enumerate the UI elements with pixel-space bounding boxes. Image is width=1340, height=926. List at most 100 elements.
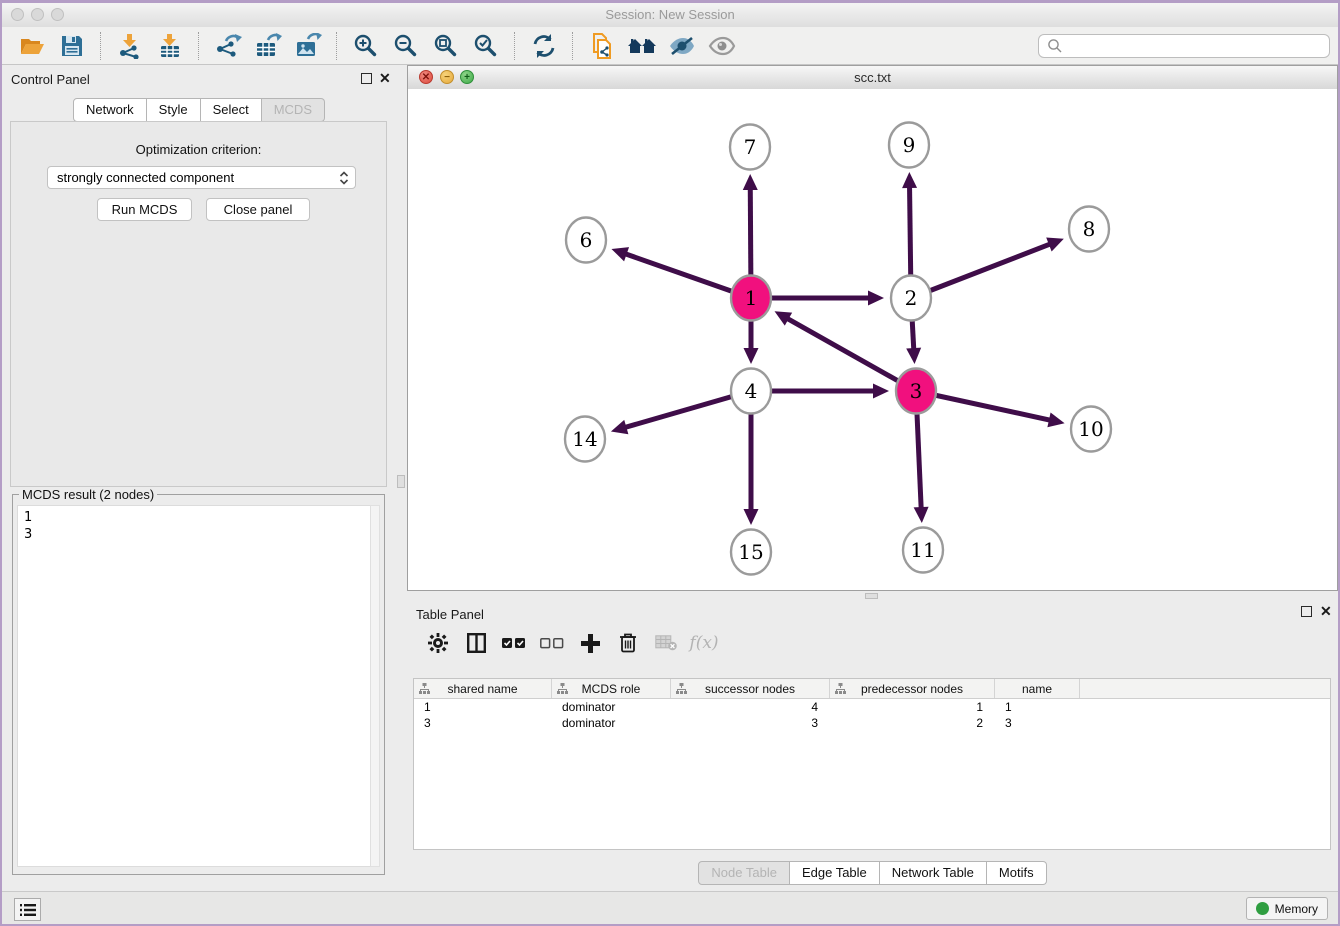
column-label: name [1022, 682, 1052, 696]
graph-edge-2-8[interactable] [911, 243, 1052, 298]
graph-arrowhead [611, 247, 629, 261]
add-column-icon[interactable] [577, 630, 603, 656]
table-cell[interactable]: 1 [414, 700, 552, 714]
node-table[interactable]: shared name MCDS rolesuccessor nodesprede… [413, 678, 1331, 850]
control-panel-title: Control Panel [11, 72, 90, 87]
control-panel: Control Panel ✕ NetworkStyleSelectMCDS O… [2, 65, 397, 891]
deselect-all-columns-icon[interactable] [539, 630, 565, 656]
column-header-shared-name[interactable]: shared name [414, 679, 552, 698]
graph-node-label: 6 [580, 228, 593, 252]
import-network-icon[interactable] [115, 32, 145, 60]
table-tab-motifs[interactable]: Motifs [987, 861, 1047, 885]
tab-style[interactable]: Style [147, 98, 201, 122]
table-cell[interactable]: dominator [552, 716, 671, 730]
close-panel-button[interactable]: Close panel [206, 198, 310, 221]
zoom-selected-icon[interactable] [471, 32, 501, 60]
table-cell[interactable]: dominator [552, 700, 671, 714]
search-input[interactable] [1067, 38, 1329, 55]
column-header-successor-nodes[interactable]: successor nodes [671, 679, 830, 698]
search-box[interactable] [1038, 34, 1330, 58]
graph-arrowhead [902, 172, 917, 188]
float-panel-icon[interactable] [361, 73, 372, 84]
table-cell[interactable]: 4 [671, 700, 830, 714]
table-cell[interactable]: 1 [830, 700, 995, 714]
graph-arrowhead [873, 384, 889, 399]
select-all-columns-icon[interactable] [501, 630, 527, 656]
table-cell[interactable]: 1 [995, 700, 1080, 714]
tab-select[interactable]: Select [201, 98, 262, 122]
refresh-layout-icon[interactable] [529, 32, 559, 60]
network-canvas[interactable]: 1234678910111415 [408, 89, 1337, 590]
graph-node-label: 15 [738, 540, 763, 564]
memory-button[interactable]: Memory [1246, 897, 1328, 920]
split-view-icon[interactable] [463, 630, 489, 656]
criterion-select[interactable]: strongly connected component [47, 166, 356, 189]
table-tab-node-table[interactable]: Node Table [698, 861, 790, 885]
vertical-splitter[interactable] [396, 65, 407, 891]
sort-tree-icon [676, 683, 687, 694]
table-cell[interactable]: 3 [671, 716, 830, 730]
column-header-MCDS-role[interactable]: MCDS role [552, 679, 671, 698]
table-panel-title: Table Panel [416, 607, 484, 622]
memory-status-icon [1256, 902, 1269, 915]
import-table-icon[interactable] [155, 32, 185, 60]
search-icon [1047, 38, 1063, 54]
clone-network-icon[interactable] [587, 32, 617, 60]
zoom-out-icon[interactable] [391, 32, 421, 60]
table-row[interactable]: 3dominator323 [414, 715, 1330, 731]
run-mcds-button[interactable]: Run MCDS [97, 198, 192, 221]
close-panel-icon[interactable]: ✕ [379, 70, 391, 86]
table-cell[interactable]: 3 [414, 716, 552, 730]
toolbar-separator [572, 32, 574, 60]
criterion-select-value: strongly connected component [57, 170, 234, 185]
show-eye-icon[interactable] [707, 32, 737, 60]
graph-arrowhead [744, 509, 759, 525]
open-session-icon[interactable] [17, 32, 47, 60]
chevron-updown-icon [339, 170, 349, 189]
table-tab-network-table[interactable]: Network Table [880, 861, 987, 885]
splitter-grip[interactable] [865, 593, 878, 599]
zoom-in-icon[interactable] [351, 32, 381, 60]
table-row[interactable]: 1dominator411 [414, 699, 1330, 715]
column-label: shared name [447, 682, 517, 696]
table-toolbar: f(x) [407, 622, 1338, 664]
graph-node-label: 3 [910, 379, 923, 403]
function-builder-icon: f(x) [691, 630, 717, 656]
horizontal-splitter[interactable] [407, 591, 1338, 600]
export-network-icon[interactable] [213, 32, 243, 60]
network-canvas-svg: 1234678910111415 [408, 89, 1337, 590]
mcds-result-group: MCDS result (2 nodes) 1 3 [12, 494, 385, 875]
graph-node-label: 4 [745, 379, 758, 403]
tab-mcds[interactable]: MCDS [262, 98, 325, 122]
splitter-grip[interactable] [397, 475, 405, 488]
mcds-result-textarea[interactable]: 1 3 [17, 505, 372, 867]
graph-edge-3-1[interactable] [786, 318, 916, 391]
result-scrollbar[interactable] [370, 505, 380, 867]
graph-node-label: 10 [1078, 417, 1103, 441]
list-icon [20, 903, 36, 917]
graph-arrowhead [611, 420, 628, 434]
table-tab-edge-table[interactable]: Edge Table [790, 861, 880, 885]
hide-selected-icon[interactable] [667, 32, 697, 60]
graph-arrowhead [1047, 413, 1064, 428]
network-view-title: scc.txt [408, 70, 1337, 85]
graph-node-label: 8 [1083, 217, 1096, 241]
graph-arrowhead [744, 348, 759, 364]
column-header-predecessor-nodes[interactable]: predecessor nodes [830, 679, 995, 698]
home-views-icon[interactable] [627, 32, 657, 60]
table-cell[interactable]: 2 [830, 716, 995, 730]
window-title: Session: New Session [2, 7, 1338, 22]
export-table-icon[interactable] [253, 32, 283, 60]
float-panel-icon[interactable] [1301, 606, 1312, 617]
table-settings-gear-icon[interactable] [425, 630, 451, 656]
export-image-icon[interactable] [293, 32, 323, 60]
tab-network[interactable]: Network [73, 98, 147, 122]
zoom-fit-icon[interactable] [431, 32, 461, 60]
column-header-name[interactable]: name [995, 679, 1080, 698]
close-panel-icon[interactable]: ✕ [1320, 603, 1332, 619]
network-view-window: ✕ − + scc.txt 1234678910111415 [407, 65, 1338, 591]
task-history-button[interactable] [14, 898, 41, 921]
delete-column-icon[interactable] [615, 630, 641, 656]
table-cell[interactable]: 3 [995, 716, 1080, 730]
save-session-icon[interactable] [57, 32, 87, 60]
